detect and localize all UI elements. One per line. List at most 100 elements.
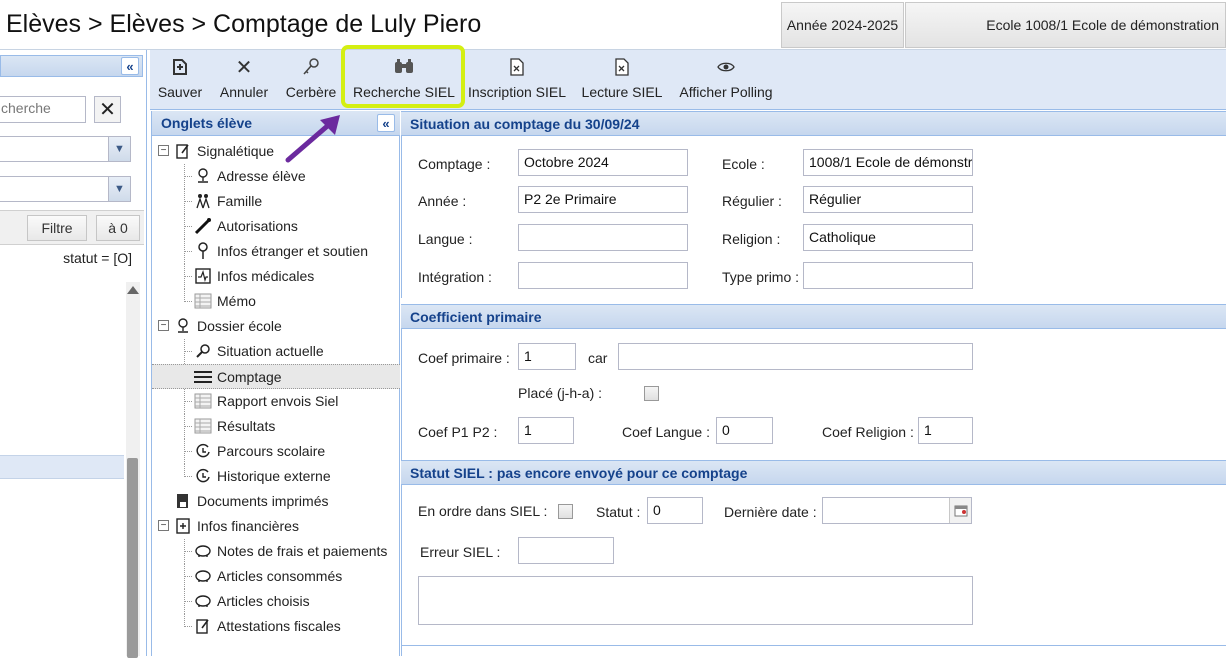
cerbere-button[interactable]: Cerbère: [284, 54, 338, 106]
section-divider: [401, 645, 1226, 646]
integration-field[interactable]: [518, 262, 688, 289]
tree-item-label: Rapport envois Siel: [217, 393, 339, 409]
coef-religion-field[interactable]: 1: [918, 417, 973, 444]
tree-item-label: Comptage: [217, 369, 282, 385]
search-input[interactable]: cherche: [0, 96, 86, 123]
langue-field[interactable]: [518, 224, 688, 251]
status-filter-text: statut = [O]: [63, 250, 132, 266]
coef-p1p2-label: Coef P1 P2 :: [418, 424, 498, 440]
chevron-down-icon[interactable]: ▼: [108, 137, 130, 161]
printed-doc-icon: [174, 492, 192, 510]
chevron-down-icon[interactable]: ▼: [108, 177, 130, 201]
filter-combo-2[interactable]: ▼: [0, 176, 131, 202]
family-icon: [194, 192, 212, 210]
en-ordre-checkbox[interactable]: [558, 504, 573, 519]
school-button[interactable]: Ecole 1008/1 Ecole de démonstration: [905, 2, 1226, 48]
scrollbar-thumb[interactable]: [127, 458, 138, 658]
erreur-siel-field[interactable]: [518, 537, 614, 564]
coef-langue-field[interactable]: 0: [716, 417, 773, 444]
ecole-label: Ecole :: [722, 156, 765, 172]
place-checkbox[interactable]: [644, 386, 659, 401]
tree-item-autorisations[interactable]: Autorisations: [152, 214, 400, 239]
tree-item-label: Autorisations: [217, 218, 298, 234]
reset-button[interactable]: à 0: [96, 215, 140, 241]
tree-item-label: Dossier école: [197, 318, 282, 334]
tree-item-label: Situation actuelle: [217, 343, 324, 359]
annee-field[interactable]: P2 2e Primaire: [518, 186, 688, 213]
section-title: Coefficient primaire: [410, 309, 542, 325]
document-icon: [510, 54, 524, 80]
regulier-label: Régulier :: [722, 193, 782, 209]
coefficient-section: Coef primaire : 1 car Placé (j-h-a) : Co…: [401, 329, 1226, 461]
tree-item-adresse[interactable]: Adresse élève: [152, 164, 400, 189]
collapse-node-icon[interactable]: −: [158, 145, 169, 156]
en-ordre-label: En ordre dans SIEL :: [418, 503, 548, 519]
tree-item-parcours[interactable]: Parcours scolaire: [152, 439, 400, 464]
history-icon: [194, 467, 212, 485]
collapse-node-icon[interactable]: −: [158, 320, 169, 331]
car-label: car: [588, 350, 608, 366]
tree-item-famille[interactable]: Famille: [152, 189, 400, 214]
erreur-message-area[interactable]: [418, 576, 973, 625]
coef-p1p2-field[interactable]: 1: [518, 417, 574, 444]
header-bar: Elèves > Elèves > Comptage de Luly Piero…: [0, 0, 1226, 50]
selected-student-row[interactable]: [0, 455, 124, 479]
derniere-date-field[interactable]: [822, 497, 972, 524]
student-list-header: «: [0, 55, 143, 77]
collapse-left-icon[interactable]: «: [121, 57, 139, 75]
search-icon: [194, 342, 212, 360]
eye-icon: [717, 54, 735, 80]
tree-item-documents[interactable]: Documents imprimés: [152, 489, 400, 514]
type-primo-field[interactable]: [803, 262, 973, 289]
comptage-field[interactable]: Octobre 2024: [518, 149, 688, 176]
inscription-siel-button[interactable]: Inscription SIEL: [468, 54, 566, 106]
scrollbar[interactable]: [126, 282, 140, 658]
school-year-button[interactable]: Année 2024-2025: [781, 2, 904, 48]
collapse-tree-icon[interactable]: «: [377, 114, 395, 132]
tree-item-situation-actuelle[interactable]: Situation actuelle: [152, 339, 400, 364]
coef-primaire-field[interactable]: 1: [518, 343, 576, 370]
tree-item-historique[interactable]: Historique externe: [152, 464, 400, 489]
tree-item-label: Attestations fiscales: [217, 618, 341, 634]
tree-item-resultats[interactable]: Résultats: [152, 414, 400, 439]
tree-item-infos-etranger[interactable]: Infos étranger et soutien: [152, 239, 400, 264]
tree-item-signaletique[interactable]: − Signalétique: [152, 139, 400, 164]
save-button[interactable]: Sauver: [155, 54, 205, 106]
student-list-panel: « cherche ✕ ▼ ▼ Filtre à 0 statut = [O]: [0, 50, 147, 658]
tree-item-articles-consommes[interactable]: Articles consommés: [152, 564, 400, 589]
tree-item-memo[interactable]: Mémo: [152, 289, 400, 314]
tree-item-infos-medicales[interactable]: Infos médicales: [152, 264, 400, 289]
afficher-polling-button[interactable]: Afficher Polling: [678, 54, 774, 106]
comptage-label: Comptage :: [418, 156, 491, 172]
filter-combo-1[interactable]: ▼: [0, 136, 131, 162]
ecole-field[interactable]: 1008/1 Ecole de démonstr: [803, 149, 973, 176]
tree-item-dossier-ecole[interactable]: − Dossier école: [152, 314, 400, 339]
tree-item-comptage[interactable]: Comptage: [152, 364, 400, 389]
clear-search-icon[interactable]: ✕: [94, 96, 121, 123]
car-field[interactable]: [618, 343, 973, 370]
lecture-siel-button[interactable]: Lecture SIEL: [582, 54, 662, 106]
tree-item-rapport-envois[interactable]: Rapport envois Siel: [152, 389, 400, 414]
cancel-button[interactable]: ✕ Annuler: [218, 54, 270, 106]
filter-button[interactable]: Filtre: [27, 215, 87, 241]
collapse-node-icon[interactable]: −: [158, 520, 169, 531]
tree-item-label: Articles consommés: [217, 568, 343, 584]
grid-icon: [194, 292, 212, 310]
regulier-field[interactable]: Régulier: [803, 186, 973, 213]
erreur-siel-label: Erreur SIEL :: [420, 544, 501, 560]
scroll-up-icon[interactable]: [127, 286, 139, 294]
section-title: Situation au comptage du 30/09/24: [410, 116, 640, 132]
piggy-bank-icon: [194, 567, 212, 585]
tree-item-label: Infos financières: [197, 518, 299, 534]
statut-field[interactable]: 0: [647, 497, 703, 524]
tree-item-articles-choisis[interactable]: Articles choisis: [152, 589, 400, 614]
close-icon: ✕: [235, 56, 253, 79]
tree-item-infos-financieres[interactable]: − Infos financières: [152, 514, 400, 539]
tree-item-notes-frais[interactable]: Notes de frais et paiements: [152, 539, 400, 564]
type-primo-label: Type primo :: [722, 269, 800, 285]
religion-field[interactable]: Catholique: [803, 224, 973, 251]
grid-icon: [194, 392, 212, 410]
edit-document-icon: [174, 142, 192, 160]
tree-item-attestations[interactable]: Attestations fiscales: [152, 614, 400, 639]
calendar-icon[interactable]: [949, 498, 971, 523]
